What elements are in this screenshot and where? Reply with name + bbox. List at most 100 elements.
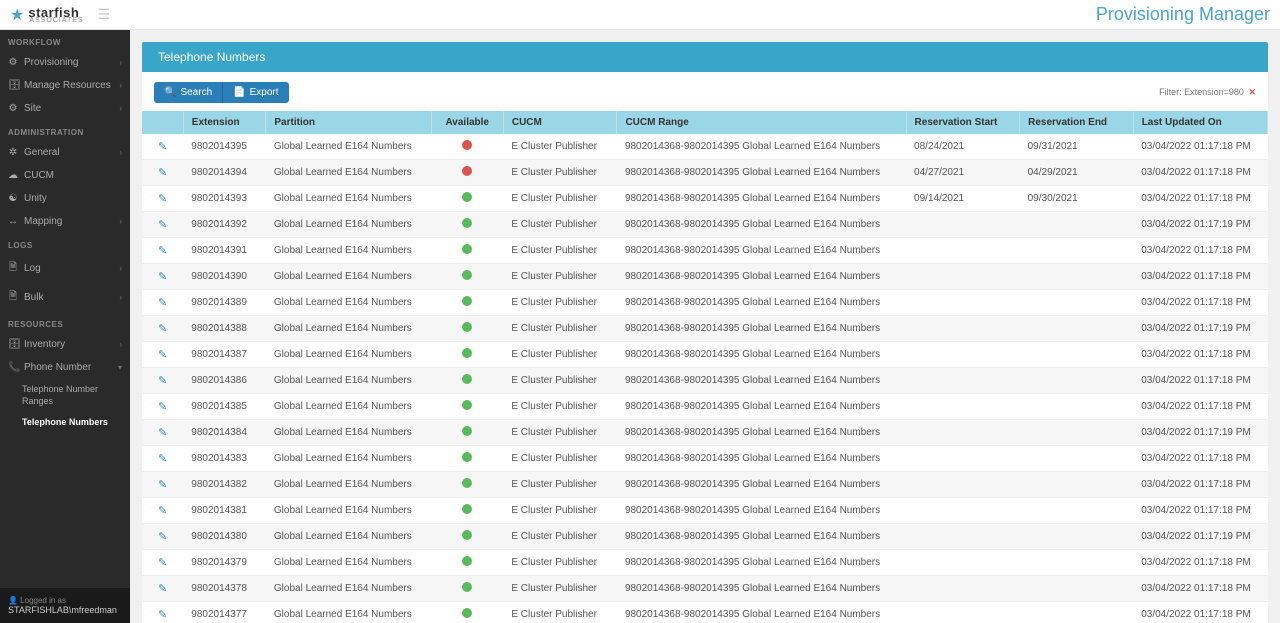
reservation-end-cell (1020, 420, 1134, 446)
sidebar-item-general[interactable]: ✲General› (0, 141, 130, 164)
chevron-right-icon: › (119, 264, 122, 273)
partition-cell: Global Learned E164 Numbers (266, 498, 431, 524)
edit-icon[interactable]: ✎ (158, 245, 167, 257)
status-dot-icon (462, 374, 472, 384)
table-row: ✎9802014393Global Learned E164 NumbersE … (142, 186, 1268, 212)
edit-icon[interactable]: ✎ (158, 427, 167, 439)
logo-subtext: ASSOCIATES (29, 17, 83, 24)
table-row: ✎9802014392Global Learned E164 NumbersE … (142, 212, 1268, 238)
table-row: ✎9802014379Global Learned E164 NumbersE … (142, 550, 1268, 576)
column-header-partition[interactable]: Partition (266, 111, 431, 134)
chevron-right-icon: › (119, 340, 122, 349)
sidebar-item-provisioning[interactable]: ⚙Provisioning› (0, 51, 130, 74)
edit-icon[interactable]: ✎ (158, 401, 167, 413)
reservation-start-cell (906, 238, 1020, 264)
edit-icon[interactable]: ✎ (158, 349, 167, 361)
extension-cell: 9802014394 (183, 160, 266, 186)
reservation-start-cell: 09/14/2021 (906, 186, 1020, 212)
column-header-last-updated-on[interactable]: Last Updated On (1133, 111, 1267, 134)
export-button[interactable]: 📄 Export (223, 82, 288, 103)
edit-icon[interactable]: ✎ (158, 453, 167, 465)
extension-cell: 9802014386 (183, 368, 266, 394)
last-updated-cell: 03/04/2022 01:17:19 PM (1133, 212, 1267, 238)
status-dot-icon (462, 556, 472, 566)
available-cell (431, 498, 503, 524)
cucm-range-cell: 9802014368-9802014395 Global Learned E16… (617, 316, 906, 342)
sidebar-item-phone-number[interactable]: 📞Phone Number▾ (0, 356, 130, 379)
column-header-available[interactable]: Available (431, 111, 503, 134)
partition-cell: Global Learned E164 Numbers (266, 342, 431, 368)
sidebar-item-label: Phone Number (24, 362, 91, 373)
edit-icon[interactable]: ✎ (158, 141, 167, 153)
status-dot-icon (462, 218, 472, 228)
sidebar-item-label: Log (24, 263, 41, 274)
column-header-reservation-start[interactable]: Reservation Start (906, 111, 1020, 134)
sidebar-item-site[interactable]: ⚙Site› (0, 97, 130, 120)
partition-cell: Global Learned E164 Numbers (266, 394, 431, 420)
edit-icon[interactable]: ✎ (158, 505, 167, 517)
last-updated-cell: 03/04/2022 01:17:18 PM (1133, 290, 1267, 316)
sidebar: WORKFLOW⚙Provisioning›🗄Manage Resources›… (0, 30, 130, 623)
sidebar-item-unity[interactable]: ☯Unity (0, 187, 130, 210)
sidebar-item-bulk[interactable]: 🗎Bulk› (0, 283, 130, 312)
extension-cell: 9802014383 (183, 446, 266, 472)
unity-icon: ☯ (8, 193, 18, 204)
extension-cell: 9802014392 (183, 212, 266, 238)
column-header-extension[interactable]: Extension (183, 111, 266, 134)
available-cell (431, 238, 503, 264)
column-header-reservation-end[interactable]: Reservation End (1020, 111, 1134, 134)
edit-icon[interactable]: ✎ (158, 583, 167, 595)
table-header: ExtensionPartitionAvailableCUCMCUCM Rang… (142, 111, 1268, 134)
edit-icon[interactable]: ✎ (158, 557, 167, 569)
provisioning-icon: ⚙ (8, 57, 18, 68)
sidebar-subitem-telephone-numbers[interactable]: Telephone Numbers (0, 412, 130, 434)
search-button[interactable]: 🔍 Search (154, 82, 223, 103)
available-cell (431, 186, 503, 212)
extension-cell: 9802014390 (183, 264, 266, 290)
available-cell (431, 394, 503, 420)
partition-cell: Global Learned E164 Numbers (266, 186, 431, 212)
edit-icon[interactable]: ✎ (158, 531, 167, 543)
edit-icon[interactable]: ✎ (158, 297, 167, 309)
cucm-range-cell: 9802014368-9802014395 Global Learned E16… (617, 160, 906, 186)
chevron-right-icon: › (119, 293, 122, 302)
last-updated-cell: 03/04/2022 01:17:18 PM (1133, 472, 1267, 498)
sidebar-item-log[interactable]: 🗎Log› (0, 254, 130, 283)
sidebar-item-mapping[interactable]: ↔Mapping› (0, 210, 130, 233)
cucm-cell: E Cluster Publisher (503, 472, 617, 498)
export-icon: 📄 (233, 87, 245, 98)
available-cell (431, 316, 503, 342)
column-header-cucm-range[interactable]: CUCM Range (617, 111, 906, 134)
reservation-start-cell (906, 524, 1020, 550)
sidebar-item-cucm[interactable]: ☁CUCM (0, 164, 130, 187)
edit-icon[interactable]: ✎ (158, 271, 167, 283)
star-icon: ★ (10, 5, 24, 25)
status-dot-icon (462, 192, 472, 202)
edit-icon[interactable]: ✎ (158, 609, 167, 621)
general-icon: ✲ (8, 147, 18, 158)
edit-icon[interactable]: ✎ (158, 375, 167, 387)
last-updated-cell: 03/04/2022 01:17:18 PM (1133, 186, 1267, 212)
content: Telephone Numbers 🔍 Search 📄 Export (130, 30, 1280, 623)
column-header-cucm[interactable]: CUCM (503, 111, 617, 134)
hamburger-icon[interactable]: ☰ (98, 6, 111, 23)
column-header-edit[interactable] (142, 111, 183, 134)
cucm-cell: E Cluster Publisher (503, 602, 617, 623)
sidebar-item-manage-resources[interactable]: 🗄Manage Resources› (0, 74, 130, 97)
sidebar-subitem-telephone-number-ranges[interactable]: Telephone Number Ranges (0, 379, 130, 412)
phone-number-icon: 📞 (8, 362, 18, 373)
edit-icon[interactable]: ✎ (158, 193, 167, 205)
sidebar-item-inventory[interactable]: 🗄Inventory› (0, 333, 130, 356)
edit-icon[interactable]: ✎ (158, 479, 167, 491)
filter-clear-icon[interactable]: ✕ (1248, 87, 1256, 97)
edit-icon[interactable]: ✎ (158, 167, 167, 179)
edit-icon[interactable]: ✎ (158, 323, 167, 335)
sidebar-item-label: Inventory (24, 339, 65, 350)
available-cell (431, 160, 503, 186)
available-cell (431, 524, 503, 550)
reservation-end-cell (1020, 212, 1134, 238)
edit-icon[interactable]: ✎ (158, 219, 167, 231)
table-row: ✎9802014395Global Learned E164 NumbersE … (142, 134, 1268, 160)
reservation-start-cell (906, 602, 1020, 623)
cucm-range-cell: 9802014368-9802014395 Global Learned E16… (617, 550, 906, 576)
